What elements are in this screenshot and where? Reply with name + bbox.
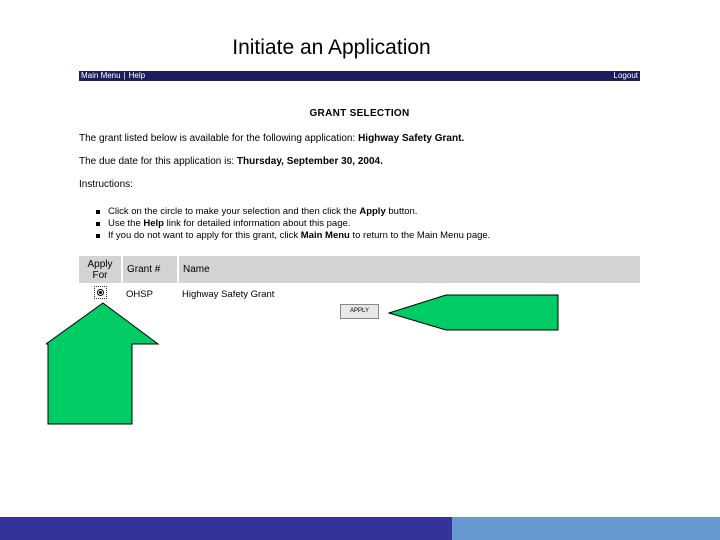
instruction-bold: Main Menu: [300, 230, 350, 241]
instruction-bold: Apply: [359, 206, 386, 217]
logout-link[interactable]: Logout: [614, 71, 638, 81]
instruction-text: If you do not want to apply for this gra…: [108, 230, 301, 241]
main-menu-link[interactable]: Main Menu: [81, 71, 121, 80]
page-heading: GRANT SELECTION: [309, 108, 410, 119]
footer-bar-left: [0, 517, 452, 540]
apply-button[interactable]: APPLY: [340, 304, 379, 319]
table-header-row: Apply For Grant # Name: [79, 256, 640, 283]
column-header-grant-number: Grant #: [122, 256, 179, 283]
radio-selected-dot: [97, 289, 104, 296]
up-arrow-shape: [46, 302, 160, 425]
instruction-item: If you do not want to apply for this gra…: [96, 230, 490, 242]
top-navbar: Main Menu | Help Logout: [79, 71, 640, 81]
instruction-text: Click on the circle to make your selecti…: [108, 206, 360, 217]
left-arrow-shape: [388, 294, 559, 331]
availability-prefix: The grant listed below is available for …: [79, 133, 356, 144]
help-link[interactable]: Help: [129, 71, 145, 80]
instructions-title: Instructions:: [79, 179, 133, 190]
instruction-item: Click on the circle to make your selecti…: [96, 206, 490, 218]
due-date-prefix: The due date for this application is:: [79, 156, 235, 167]
due-date-text: The due date for this application is: Th…: [79, 156, 383, 167]
header-text: Apply: [87, 258, 113, 270]
header-text: For: [92, 269, 108, 281]
slide-title: Initiate an Application: [232, 36, 431, 59]
instruction-text: to return to the Main Menu page.: [349, 230, 491, 241]
instruction-bold: Help: [143, 218, 164, 229]
footer-bar-right: [452, 517, 720, 540]
nav-separator: |: [123, 71, 126, 80]
instruction-text: link for detailed information about this…: [163, 218, 351, 229]
left-arrow-annotation: [388, 294, 559, 331]
grant-program-name: Highway Safety Grant.: [358, 133, 465, 144]
instruction-text: Use the: [108, 218, 144, 229]
instruction-text: button.: [385, 206, 418, 217]
up-arrow-annotation: [46, 302, 160, 425]
instruction-item: Use the Help link for detailed informati…: [96, 218, 490, 230]
availability-text: The grant listed below is available for …: [79, 133, 464, 144]
apply-radio-button[interactable]: [94, 286, 107, 299]
instructions-list: Click on the circle to make your selecti…: [96, 206, 490, 242]
column-header-name: Name: [178, 256, 640, 283]
due-date-value: Thursday, September 30, 2004.: [236, 156, 383, 167]
column-header-apply-for: Apply For: [79, 256, 123, 283]
